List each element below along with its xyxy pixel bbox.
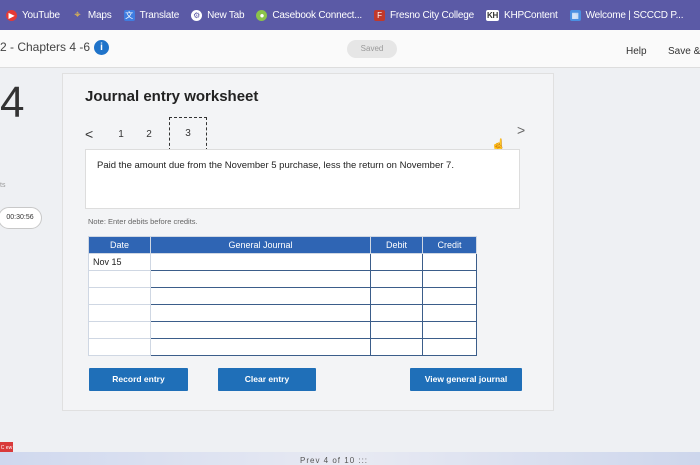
problem-description: Paid the amount due from the November 5 …: [85, 149, 520, 209]
chapter-label: 2 - Chapters 4 -6: [0, 40, 91, 54]
page-2[interactable]: 2: [135, 129, 163, 140]
prev-arrow-icon[interactable]: <: [85, 126, 107, 142]
bookmark-youtube[interactable]: ▶ YouTube: [6, 9, 60, 21]
record-entry-button[interactable]: Record entry: [89, 368, 188, 391]
bookmark-label: New Tab: [207, 9, 245, 21]
bookmark-casebook[interactable]: ● Casebook Connect...: [256, 9, 362, 21]
page-3-active[interactable]: 3: [169, 117, 207, 151]
next-arrow-icon[interactable]: >: [517, 122, 525, 138]
debit-input[interactable]: [370, 253, 423, 271]
welcome-icon: ▦: [569, 9, 581, 21]
account-input[interactable]: [150, 253, 371, 271]
instruction-note: Note: Enter debits before credits.: [88, 217, 198, 226]
table-row: [88, 287, 477, 305]
table-row: [88, 338, 477, 356]
info-icon[interactable]: i: [94, 40, 110, 56]
new-tab-icon: ⚙: [191, 9, 203, 21]
khp-icon: KH: [486, 9, 500, 21]
worksheet-pager: < 1 2 3: [85, 117, 207, 151]
journal-worksheet-panel: Journal entry worksheet < 1 2 3 > ☝ Paid…: [62, 73, 554, 411]
journal-table: Date General Journal Debit Credit Nov 15: [88, 236, 477, 356]
table-row: Nov 15: [88, 253, 477, 271]
date-cell: [88, 321, 151, 339]
bookmark-welcome[interactable]: ▦ Welcome | SCCCD P...: [569, 9, 684, 21]
debit-input[interactable]: [370, 287, 423, 305]
date-cell: [88, 287, 151, 305]
bookmark-khpcontent[interactable]: KH KHPContent: [486, 9, 558, 21]
column-header-debit: Debit: [370, 236, 423, 254]
column-header-credit: Credit: [422, 236, 477, 254]
debit-input[interactable]: [370, 304, 423, 322]
bookmark-label: YouTube: [22, 9, 60, 21]
points-label: ts: [0, 182, 6, 189]
timer: 00:30:56: [0, 207, 42, 229]
bookmark-label: KHPContent: [504, 9, 558, 21]
date-cell: [88, 270, 151, 288]
view-general-journal-button[interactable]: View general journal: [410, 368, 522, 391]
bookmark-label: Maps: [87, 9, 112, 21]
maps-icon: ⌖: [74, 8, 81, 21]
table-row: [88, 270, 477, 288]
assignment-title: 2 - Chapters 4 -6 i: [0, 40, 110, 56]
question-number: 4: [0, 78, 25, 127]
bookmark-maps[interactable]: ⌖ Maps: [72, 8, 112, 21]
assignment-header: 2 - Chapters 4 -6 i Saved Help Save &: [0, 30, 700, 68]
bottom-nav-fragment[interactable]: Prev 4 of 10 :::: [300, 456, 368, 465]
help-link[interactable]: Help: [626, 46, 647, 57]
account-input[interactable]: [150, 270, 371, 288]
page-1[interactable]: 1: [107, 129, 135, 140]
youtube-icon: ▶: [6, 9, 17, 21]
saved-status-badge: Saved: [347, 40, 397, 58]
credit-input[interactable]: [422, 253, 477, 271]
date-cell: [88, 338, 151, 356]
clear-entry-button[interactable]: Clear entry: [218, 368, 316, 391]
debit-input[interactable]: [370, 321, 423, 339]
bookmark-label: Casebook Connect...: [272, 9, 362, 21]
credit-input[interactable]: [422, 270, 477, 288]
date-cell: Nov 15: [88, 253, 151, 271]
debit-input[interactable]: [370, 338, 423, 356]
translate-icon: 文: [123, 9, 135, 21]
worksheet-title: Journal entry worksheet: [85, 88, 259, 105]
bookmark-label: Welcome | SCCCD P...: [585, 9, 684, 21]
credit-input[interactable]: [422, 287, 477, 305]
column-header-general-journal: General Journal: [150, 236, 371, 254]
save-exit-link[interactable]: Save &: [668, 46, 700, 57]
fresno-icon: F: [374, 9, 385, 21]
bookmark-translate[interactable]: 文 Translate: [123, 9, 180, 21]
account-input[interactable]: [150, 304, 371, 322]
credit-input[interactable]: [422, 304, 477, 322]
bookmarks-bar: ▶ YouTube ⌖ Maps 文 Translate ⚙ New Tab ● Case…: [0, 0, 700, 30]
bookmark-label: Fresno City College: [390, 9, 475, 21]
account-input[interactable]: [150, 321, 371, 339]
table-row: [88, 321, 477, 339]
credit-input[interactable]: [422, 338, 477, 356]
column-header-date: Date: [88, 236, 151, 254]
account-input[interactable]: [150, 338, 371, 356]
credit-input[interactable]: [422, 321, 477, 339]
debit-input[interactable]: [370, 270, 423, 288]
journal-header-row: Date General Journal Debit Credit: [88, 236, 477, 254]
bookmark-label: Translate: [139, 9, 180, 21]
bookmark-fresno[interactable]: F Fresno City College: [374, 9, 475, 21]
casebook-icon: ●: [256, 9, 268, 21]
account-input[interactable]: [150, 287, 371, 305]
bookmark-new-tab[interactable]: ⚙ New Tab: [191, 9, 245, 21]
table-row: [88, 304, 477, 322]
date-cell: [88, 304, 151, 322]
